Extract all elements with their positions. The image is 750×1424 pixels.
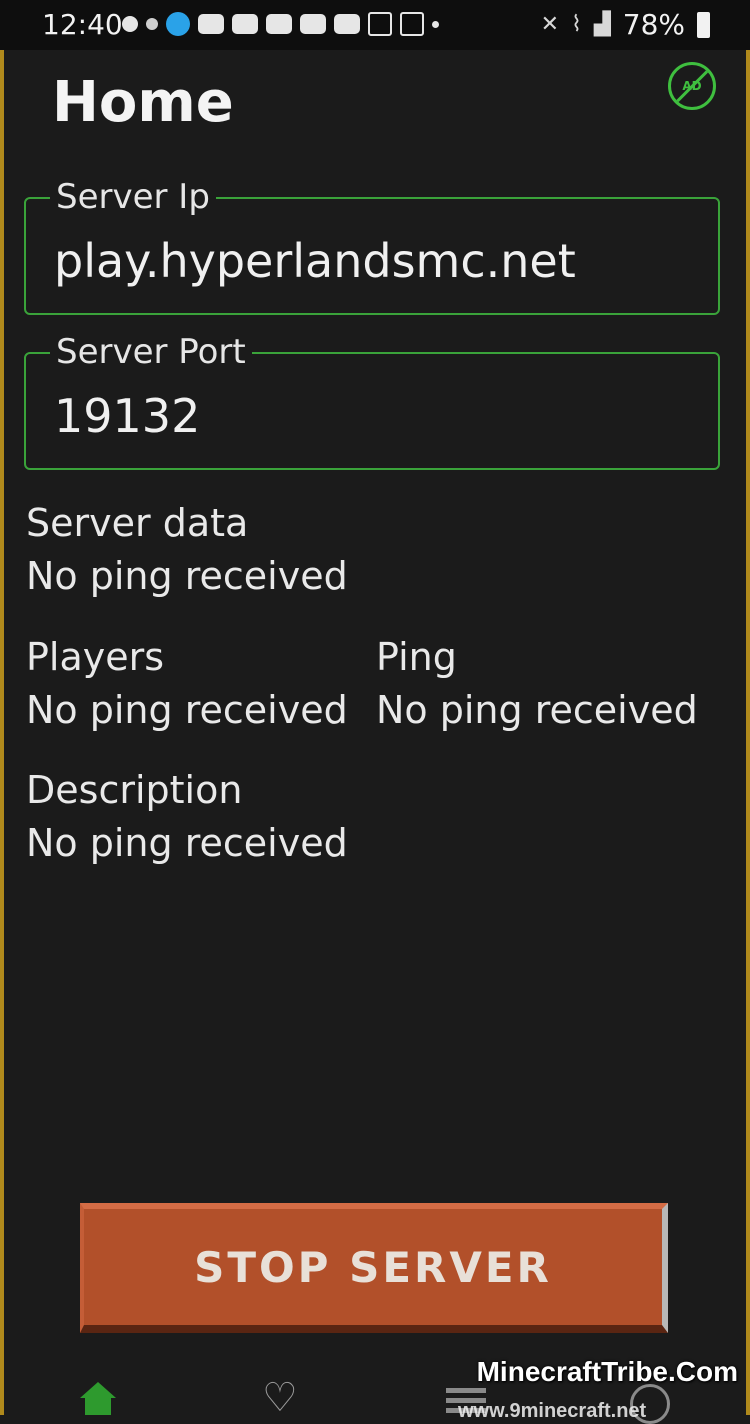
players-label: Players [26,635,165,679]
window-edge-right [746,48,750,1415]
battery-icon [697,11,710,38]
messenger-icon [166,12,190,36]
ad-icon-label: AD [682,79,702,93]
players-value: No ping received [26,688,348,732]
dot-icon [432,20,439,28]
youtube-icon [198,14,224,34]
mute-icon: ✕ [540,12,560,37]
page-title: Home [52,70,234,135]
description-label: Description [26,768,243,812]
server-ip-label: Server Ip [50,177,216,217]
home-icon[interactable] [80,1382,116,1415]
remove-ads-icon[interactable]: AD [668,62,716,110]
calendar-icon [400,12,424,36]
status-time: 12:40 [42,8,123,41]
molecule-icon [146,18,158,30]
server-data-value: No ping received [26,554,348,598]
youtube-icon [232,14,258,34]
server-port-input[interactable]: 19132 [54,388,200,444]
youtube-icon [300,14,326,34]
watermark-secondary: www.9minecraft.net [458,1400,647,1422]
youtube-icon [266,14,292,34]
window-edge-left [0,48,4,1415]
ping-value: No ping received [376,688,698,732]
description-value: No ping received [26,821,348,865]
stop-server-button[interactable]: STOP SERVER [80,1203,668,1333]
watermark: MinecraftTribe.Com [476,1356,738,1387]
server-ip-input[interactable]: play.hyperlandsmc.net [54,233,576,289]
wifi-icon: ⌇ [571,12,582,37]
youtube-icon [334,14,360,34]
status-right: ✕ ⌇ ▟ 78% [541,8,710,41]
server-data-label: Server data [26,501,249,545]
heart-icon[interactable]: ♡ [262,1378,298,1418]
fire-icon [122,16,138,32]
signal-icon: ▟ [593,12,611,37]
server-ip-field[interactable]: Server Ip play.hyperlandsmc.net [24,177,720,315]
battery-percent: 78% [622,8,685,41]
calendar-icon [368,12,392,36]
server-port-label: Server Port [50,332,252,372]
server-port-field[interactable]: Server Port 19132 [24,332,720,470]
status-bar: 12:40 ✕ ⌇ ▟ 78% [0,0,750,50]
ping-label: Ping [376,635,457,679]
notification-icons [122,12,439,36]
